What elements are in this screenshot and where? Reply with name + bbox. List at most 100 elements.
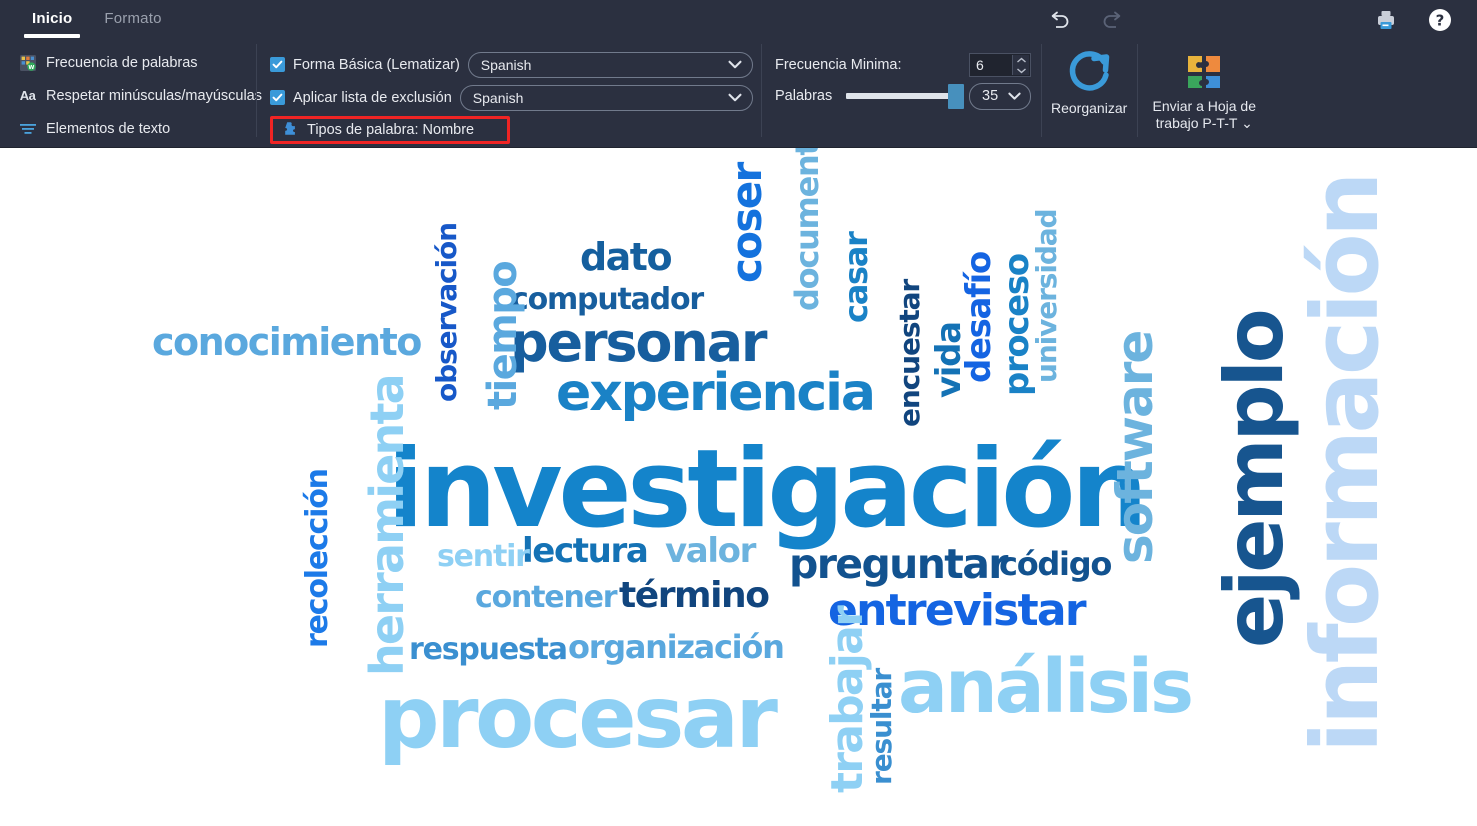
ribbon-group-export: Enviar a Hoja de trabajo P-T-T ⌄ Copiar … [1137, 40, 1263, 298]
select-exclusion-language[interactable]: Spanish [459, 84, 753, 111]
cloud-word[interactable]: personar [510, 316, 768, 370]
quick-access-toolbar: ? [1043, 0, 1477, 40]
case-sensitive-aa-icon: Aa [19, 88, 36, 103]
select-palabras-value: 35 [982, 88, 999, 104]
cloud-word[interactable]: preguntar [789, 544, 1008, 585]
help-question-icon[interactable]: ? [1423, 3, 1457, 37]
row-lista-exclusion: Aplicar lista de exclusión Spanish [270, 81, 753, 114]
undo-redo-group [1043, 3, 1129, 37]
option-frecuencia-de-palabras[interactable]: W Frecuencia de palabras [12, 46, 250, 79]
checkbox-lematizar[interactable] [270, 57, 285, 72]
cloud-word[interactable]: documento [788, 148, 826, 311]
button-enviar-hoja-trabajo[interactable]: Enviar a Hoja de trabajo P-T-T ⌄ [1145, 40, 1263, 132]
cloud-word[interactable]: término [619, 578, 770, 614]
label-lematizar: Forma Básica (Lematizar) [293, 56, 460, 73]
cloud-word[interactable]: información [1292, 175, 1399, 753]
reorganizar-label: Reorganizar [1051, 100, 1128, 116]
cloud-word[interactable]: computador [511, 285, 704, 315]
cloud-word[interactable]: respuesta [409, 635, 568, 665]
chevron-down-icon [1008, 88, 1021, 104]
cloud-word[interactable]: universidad [1030, 210, 1063, 383]
tipos-de-palabra-label: Tipos de palabra: Nombre [307, 122, 475, 138]
option-elementos-de-texto[interactable]: Elementos de texto [12, 112, 250, 145]
cloud-word[interactable]: investigación [387, 436, 1148, 544]
select-exclusion-value: Spanish [472, 89, 524, 106]
slider-thumb[interactable] [948, 84, 965, 109]
cloud-word[interactable]: proceso [997, 254, 1037, 396]
label-frecuencia-minima: Frecuencia Minima: [775, 57, 902, 73]
refresh-circular-arrow-icon [1063, 46, 1115, 100]
select-palabras-count[interactable]: 35 [969, 82, 1031, 110]
option-frecuencia-label: Frecuencia de palabras [46, 54, 198, 71]
window-actions: ? [1369, 3, 1465, 37]
select-lematizar-language[interactable]: Spanish [467, 51, 753, 78]
select-lematizar-value: Spanish [480, 56, 532, 73]
cloud-word[interactable]: sentir [437, 542, 530, 572]
checkbox-lista-exclusion[interactable] [270, 90, 285, 105]
option-elementos-label: Elementos de texto [46, 120, 171, 137]
cloud-word[interactable]: procesar [378, 675, 778, 761]
word-type-highlight-box: Tipos de palabra: Nombre [270, 116, 510, 144]
chevron-down-icon [728, 58, 742, 72]
chevron-down-icon [728, 91, 742, 105]
spinner-arrows[interactable] [1012, 55, 1029, 75]
tab-formato[interactable]: Formato [88, 0, 177, 35]
word-frequency-grid-icon: W [18, 53, 37, 72]
puzzle-piece-icon [282, 120, 299, 141]
button-tipos-de-palabra[interactable]: Tipos de palabra: Nombre [273, 120, 474, 141]
tab-inicio[interactable]: Inicio [16, 0, 88, 38]
spinner-frecuencia-minima[interactable]: 6 [969, 53, 1031, 77]
application-window: Inicio Formato ? W Frecuencia de palabra… [0, 0, 1477, 826]
ribbon-group-options: W Frecuencia de palabras Aa Respetar min… [6, 40, 262, 147]
cloud-word[interactable]: valor [665, 534, 756, 568]
ribbon-group-language: Forma Básica (Lematizar) Spanish Aplicar… [256, 40, 761, 147]
row-palabras: Palabras 35 [775, 80, 1031, 112]
cloud-word[interactable]: observación [430, 223, 463, 402]
svg-text:W: W [28, 65, 34, 71]
undo-arrow-icon[interactable] [1043, 3, 1077, 37]
row-lematizar: Forma Básica (Lematizar) Spanish [270, 48, 753, 81]
cloud-word[interactable]: experiencia [556, 367, 876, 419]
word-cloud-canvas[interactable]: investigación información ejemplo procesar a… [0, 148, 1477, 826]
cloud-word[interactable]: dato [580, 238, 673, 276]
cloud-word[interactable]: contener [475, 583, 618, 613]
text-elements-lines-icon [18, 119, 37, 138]
label-lista-exclusion: Aplicar lista de exclusión [293, 89, 452, 106]
cloud-word[interactable]: organización [568, 631, 785, 663]
cloud-word[interactable]: conocimiento [152, 323, 422, 361]
cloud-word[interactable]: herramienta [360, 375, 414, 676]
svg-text:?: ? [1436, 12, 1445, 30]
button-reorganizar[interactable]: Reorganizar [1041, 40, 1137, 147]
chevron-down-icon[interactable]: ⌄ [1241, 115, 1253, 131]
puzzle-four-pieces-icon [1182, 46, 1226, 98]
option-respetar-label: Respetar minúsculas/mayúsculas [46, 87, 262, 104]
cloud-word[interactable]: ejemplo [1208, 311, 1301, 648]
cloud-word[interactable]: lectura [522, 534, 649, 568]
cloud-word[interactable]: resultar [865, 669, 898, 785]
printer-icon[interactable] [1369, 3, 1403, 37]
redo-arrow-icon[interactable] [1095, 3, 1129, 37]
row-frecuencia-minima: Frecuencia Minima: 6 [775, 50, 1031, 80]
slider-palabras[interactable] [846, 84, 965, 109]
label-palabras: Palabras [775, 88, 833, 104]
tab-formato-label: Formato [104, 10, 162, 27]
tab-inicio-label: Inicio [32, 10, 73, 27]
chevron-down-icon [1016, 67, 1026, 73]
cloud-word[interactable]: código [999, 548, 1112, 580]
cloud-word[interactable]: coser [722, 163, 771, 283]
cloud-word[interactable]: encuestar [893, 280, 926, 427]
cloud-word[interactable]: recolección [300, 469, 335, 648]
cloud-word[interactable]: análisis [898, 650, 1194, 724]
cloud-word[interactable]: software [1106, 332, 1164, 564]
ribbon-group-frequency: Frecuencia Minima: 6 Palabras 35 [761, 40, 1041, 147]
enviar-hoja-trabajo-label: Enviar a Hoja de trabajo P-T-T ⌄ [1151, 98, 1257, 132]
cloud-word[interactable]: tiempo [480, 262, 526, 410]
spinner-frecuencia-value: 6 [976, 57, 984, 73]
cloud-word[interactable]: desafío [959, 252, 999, 383]
cloud-word[interactable]: casar [837, 232, 875, 323]
ribbon: Inicio Formato ? W Frecuencia de palabra… [0, 0, 1477, 298]
ribbon-body: W Frecuencia de palabras Aa Respetar min… [0, 40, 1477, 298]
chevron-up-icon [1016, 57, 1026, 63]
option-respetar-mayusculas[interactable]: Aa Respetar minúsculas/mayúsculas [12, 79, 262, 112]
cloud-word[interactable]: trabajar [822, 607, 873, 793]
